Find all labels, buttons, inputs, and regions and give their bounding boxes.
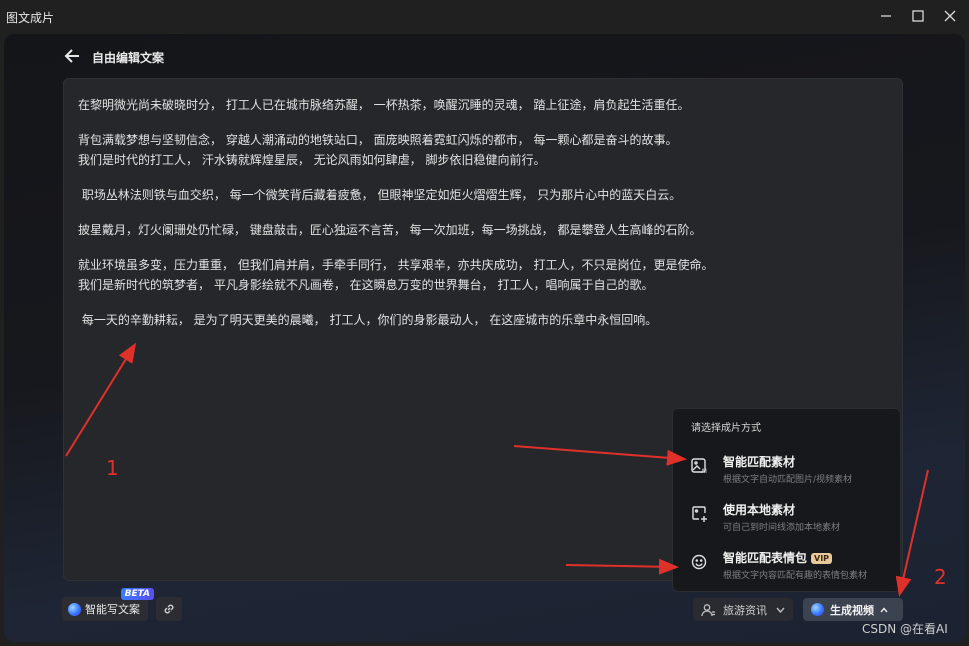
ai-logo-icon xyxy=(68,602,81,616)
category-select[interactable]: 旅游资讯 xyxy=(693,598,793,621)
maximize-button[interactable] xyxy=(908,6,928,26)
generate-label: 生成视频 xyxy=(830,603,874,617)
menu-item-desc: 根据文字自动匹配图片/视频素材 xyxy=(723,475,853,485)
minimize-button[interactable] xyxy=(876,6,896,26)
page-header: 自由编辑文案 xyxy=(64,47,164,67)
svg-text:AI: AI xyxy=(701,468,707,475)
editor-paragraph: 背包满载梦想与坚韧信念， 穿越人潮涌动的地铁站口， 面庞映照着霓虹闪烁的都市， … xyxy=(78,133,678,167)
ai-image-icon: AI xyxy=(691,457,709,475)
menu-item-desc: 根据文字内容匹配有趣的表情包素材 xyxy=(723,571,868,581)
editor-paragraph: 职场丛林法则铁与血交织， 每一个微笑背后藏着疲惫， 但眼神坚定如炬火熠熠生辉， … xyxy=(78,188,682,202)
menu-item-label-text: 智能匹配表情包 xyxy=(723,551,808,565)
menu-item-smart-match[interactable]: AI 智能匹配素材 根据文字自动匹配图片/视频素材 xyxy=(691,451,891,491)
window-titlebar: 图文成片 xyxy=(0,0,969,33)
menu-item-label: 使用本地素材 xyxy=(723,503,796,517)
add-image-icon xyxy=(691,505,709,523)
menu-item-smart-sticker[interactable]: 智能匹配表情包 VIP 根据文字内容匹配有趣的表情包素材 xyxy=(691,547,891,587)
close-button[interactable] xyxy=(940,6,960,26)
generate-video-button[interactable]: 生成视频 xyxy=(803,598,903,621)
editor-paragraph: 在黎明微光尚未破晓时分， 打工人已在城市脉络苏醒， 一杯热茶，唤醒沉睡的灵魂， … xyxy=(78,98,690,112)
menu-item-label: 智能匹配表情包 VIP xyxy=(723,549,833,566)
link-button[interactable] xyxy=(156,597,182,621)
beta-badge: BETA xyxy=(120,588,154,600)
main-panel: 自由编辑文案 在黎明微光尚未破晓时分， 打工人已在城市脉络苏醒， 一杯热茶，唤醒… xyxy=(4,34,965,642)
close-icon xyxy=(944,10,956,22)
category-label: 旅游资讯 xyxy=(723,603,767,617)
watermark: CSDN @在看AI xyxy=(862,622,948,636)
generation-mode-menu: 请选择成片方式 AI 智能匹配素材 根据文字自动匹配图片/视频素材 使用本地素材… xyxy=(672,408,901,592)
vip-badge: VIP xyxy=(811,553,833,564)
ai-logo-icon xyxy=(811,603,824,616)
menu-item-local-material[interactable]: 使用本地素材 可自己到时间线添加本地素材 xyxy=(691,499,891,539)
editor-paragraph: 就业环境虽多变，压力重重， 但我们肩并肩，手牵手同行， 共享艰辛，亦共庆成功， … xyxy=(78,258,714,292)
footer-left-tools: 智能写文案 BETA xyxy=(62,588,182,621)
arrow-left-icon xyxy=(64,48,79,63)
back-button[interactable] xyxy=(64,48,80,67)
annotation-number-2: 2 xyxy=(934,565,947,589)
menu-item-desc: 可自己到时间线添加本地素材 xyxy=(723,523,841,533)
minimize-icon xyxy=(881,15,891,17)
chevron-down-icon xyxy=(776,607,785,613)
chevron-up-icon xyxy=(880,606,888,612)
page-title: 自由编辑文案 xyxy=(92,50,165,65)
user-icon xyxy=(701,603,715,616)
editor-paragraph: 每一天的辛勤耕耘， 是为了明天更美的晨曦， 打工人，你们的身影最动人， 在这座城… xyxy=(78,313,658,327)
ai-write-button[interactable]: 智能写文案 BETA xyxy=(62,588,154,621)
maximize-icon xyxy=(912,10,924,22)
annotation-number-1: 1 xyxy=(106,456,119,480)
ai-write-label: 智能写文案 xyxy=(85,603,140,616)
smile-icon xyxy=(691,553,709,571)
menu-title: 请选择成片方式 xyxy=(691,423,761,434)
footer-right-tools: 旅游资讯 生成视频 xyxy=(693,598,903,621)
menu-item-label: 智能匹配素材 xyxy=(723,455,796,469)
link-icon xyxy=(164,604,174,614)
editor-paragraph: 披星戴月，灯火阑珊处仍忙碌， 键盘敲击，匠心独运不言苦， 每一次加班，每一场挑战… xyxy=(78,223,702,237)
window-title: 图文成片 xyxy=(6,11,55,25)
